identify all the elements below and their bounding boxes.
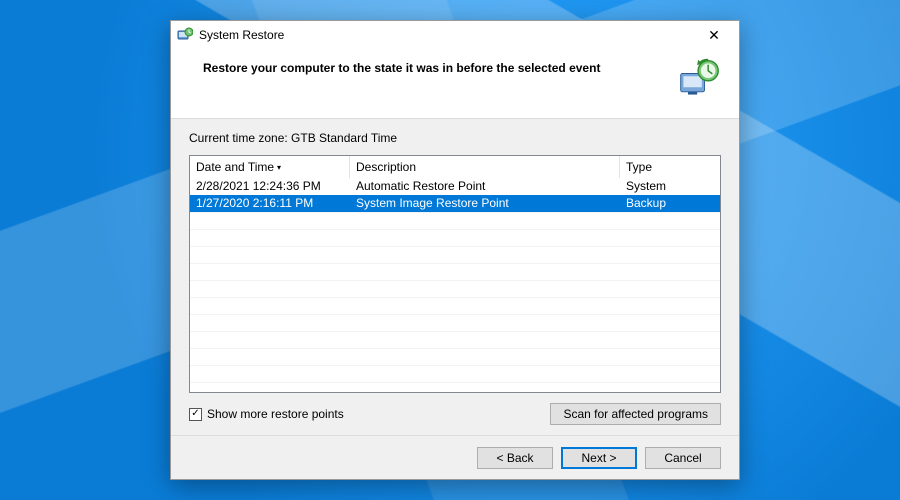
cell-date: 2/28/2021 12:24:36 PM (190, 178, 350, 195)
wizard-header: Restore your computer to the state it wa… (171, 49, 739, 119)
cell-description: System Image Restore Point (350, 195, 620, 212)
cell-description: Automatic Restore Point (350, 178, 620, 195)
next-button[interactable]: Next > (561, 447, 637, 469)
cell-type: System (620, 178, 720, 195)
system-restore-icon (177, 27, 193, 43)
system-restore-window: System Restore ✕ Restore your computer t… (170, 20, 740, 480)
show-more-label: Show more restore points (207, 407, 344, 421)
below-list-bar: ✓ Show more restore points Scan for affe… (189, 393, 721, 425)
timezone-label: Current time zone: GTB Standard Time (189, 131, 721, 145)
column-header-label: Description (356, 160, 416, 174)
show-more-checkbox[interactable]: ✓ Show more restore points (189, 407, 544, 421)
table-row[interactable]: 2/28/2021 12:24:36 PM Automatic Restore … (190, 178, 720, 195)
close-icon: ✕ (708, 27, 720, 44)
close-button[interactable]: ✕ (693, 21, 735, 49)
window-title: System Restore (199, 28, 693, 42)
checkbox-icon: ✓ (189, 408, 202, 421)
wizard-body: Current time zone: GTB Standard Time Dat… (171, 119, 739, 435)
cancel-button[interactable]: Cancel (645, 447, 721, 469)
list-header: Date and Time ▾ Description Type (190, 156, 720, 178)
column-header-description[interactable]: Description (350, 156, 620, 178)
cell-type: Backup (620, 195, 720, 212)
titlebar: System Restore ✕ (171, 21, 739, 49)
table-row[interactable]: 1/27/2020 2:16:11 PM System Image Restor… (190, 195, 720, 212)
cell-date: 1/27/2020 2:16:11 PM (190, 195, 350, 212)
restore-clock-icon (677, 57, 721, 101)
column-header-date[interactable]: Date and Time ▾ (190, 156, 350, 178)
scan-affected-button[interactable]: Scan for affected programs (550, 403, 721, 425)
wizard-nav: < Back Next > Cancel (171, 435, 739, 479)
list-gridlines (190, 212, 720, 392)
column-header-label: Date and Time (196, 160, 274, 174)
wizard-heading: Restore your computer to the state it wa… (203, 57, 669, 75)
sort-indicator-icon: ▾ (277, 163, 281, 172)
column-header-type[interactable]: Type (620, 156, 720, 178)
column-header-label: Type (626, 160, 652, 174)
back-button[interactable]: < Back (477, 447, 553, 469)
restore-points-list[interactable]: Date and Time ▾ Description Type 2/28/20… (189, 155, 721, 393)
list-rows: 2/28/2021 12:24:36 PM Automatic Restore … (190, 178, 720, 392)
